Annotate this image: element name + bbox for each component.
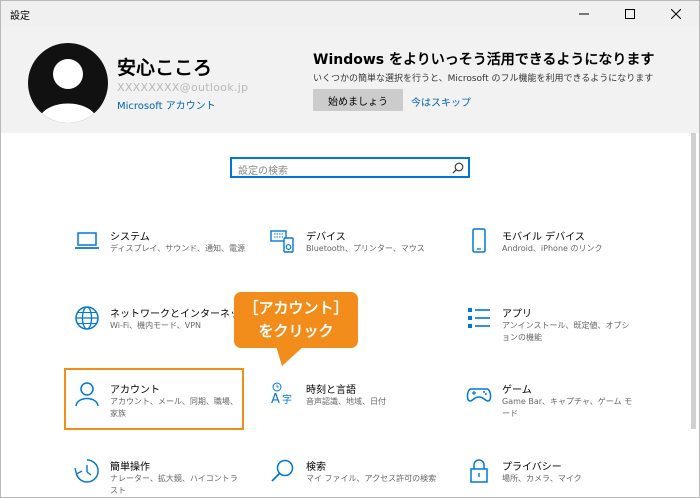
lock-icon — [470, 459, 488, 483]
close-button[interactable] — [653, 1, 699, 27]
tile-title: 時刻と言語 — [306, 385, 356, 396]
callout-pointer — [276, 346, 304, 366]
time-language-icon: A 字 — [271, 382, 292, 407]
tile-title: ネットワークとインターネット — [110, 309, 250, 320]
search-icon — [452, 162, 464, 174]
tile-title: 検索 — [306, 462, 326, 473]
callout-line-2: をクリック — [258, 322, 334, 340]
scrollbar[interactable] — [691, 133, 696, 429]
svg-text:A: A — [271, 392, 280, 407]
tile-title: デバイス — [306, 232, 346, 243]
apps-list-icon — [468, 308, 490, 328]
tile-description: アンインストール、既定値、オプションの機能 — [502, 321, 630, 342]
tile-title: ゲーム — [502, 385, 532, 396]
microsoft-account-link[interactable]: Microsoft アカウント — [117, 97, 216, 112]
tile-devices[interactable]: デバイス Bluetooth、プリンター、マウス — [270, 228, 440, 278]
tile-title: 簡単操作 — [110, 462, 150, 473]
promo-title: Windows をよりいっそう活用できるようになります — [313, 52, 655, 68]
search-placeholder: 設定の検索 — [238, 166, 288, 177]
tile-gaming[interactable]: ゲーム Game Bar、キャプチャ、ゲーム モード — [466, 381, 636, 431]
keyboard-speaker-icon — [270, 230, 294, 253]
phone-icon — [472, 228, 486, 253]
search-icon — [271, 459, 294, 482]
globe-icon — [75, 306, 99, 330]
tile-title: プライバシー — [502, 462, 562, 473]
tile-ease-of-access[interactable]: 簡単操作 ナレーター、拡大鏡、ハイコントラスト — [74, 458, 244, 497]
promo-description: いくつかの簡単な選択を行うと、Microsoft のフル機能を利用できるようにな… — [313, 74, 654, 84]
tile-title: システム — [110, 232, 150, 243]
tile-description: Bluetooth、プリンター、マウス — [306, 244, 425, 253]
tile-network[interactable]: ネットワークとインターネット Wi-Fi、機内モード、VPN — [74, 305, 250, 355]
tile-apps[interactable]: アプリ アンインストール、既定値、オプションの機能 — [466, 305, 636, 355]
tile-description: Android、iPhone のリンク — [502, 244, 603, 253]
maximize-icon — [625, 9, 635, 19]
minimize-button[interactable] — [561, 1, 607, 27]
title-bar: 設定 — [1, 1, 699, 27]
tile-time-language[interactable]: A 字 時刻と言語 音声認識、地域、日付 — [270, 381, 440, 431]
tile-description: ディスプレイ、サウンド、通知、電源 — [110, 244, 245, 253]
tile-title: モバイル デバイス — [502, 232, 585, 243]
tile-privacy[interactable]: プライバシー 場所、カメラ、マイク — [466, 458, 636, 497]
user-name: 安心こころ — [117, 57, 213, 79]
settings-search-input[interactable]: 設定の検索 — [230, 157, 470, 178]
tile-mobile-devices[interactable]: モバイル デバイス Android、iPhone のリンク — [466, 228, 636, 278]
accounts-highlight-box — [64, 368, 244, 430]
get-started-button[interactable]: 始めましょう — [313, 89, 403, 111]
window-title: 設定 — [10, 11, 30, 22]
tile-search[interactable]: 検索 マイ ファイル、アクセス許可の検索 — [270, 458, 440, 497]
skip-link[interactable]: 今はスキップ — [411, 94, 471, 109]
account-header: 安心こころ XXXXXXXX@outlook.jp Microsoft アカウン… — [1, 27, 699, 133]
laptop-icon — [75, 232, 99, 249]
gamepad-icon — [466, 388, 492, 402]
maximize-button[interactable] — [607, 1, 653, 27]
svg-text:字: 字 — [282, 393, 292, 406]
avatar[interactable] — [28, 43, 108, 123]
tile-description: 音声認識、地域、日付 — [306, 397, 386, 406]
tile-description: マイ ファイル、アクセス許可の検索 — [306, 474, 437, 483]
callout-line-1: ［アカウント］ — [243, 299, 349, 317]
tile-description: Game Bar、キャプチャ、ゲーム モード — [502, 397, 633, 418]
tile-description: ナレーター、拡大鏡、ハイコントラスト — [110, 474, 238, 495]
ease-of-access-icon — [74, 459, 99, 483]
tile-system[interactable]: システム ディスプレイ、サウンド、通知、電源 — [74, 228, 245, 278]
user-silhouette-icon — [38, 59, 98, 123]
tile-title: アプリ — [502, 309, 532, 320]
instruction-callout: ［アカウント］ をクリック — [234, 292, 358, 348]
user-email: XXXXXXXX@outlook.jp — [117, 81, 249, 94]
close-icon — [671, 9, 681, 19]
tile-description: Wi-Fi、機内モード、VPN — [110, 321, 202, 330]
tile-description: 場所、カメラ、マイク — [502, 474, 582, 483]
minimize-icon — [579, 13, 589, 15]
